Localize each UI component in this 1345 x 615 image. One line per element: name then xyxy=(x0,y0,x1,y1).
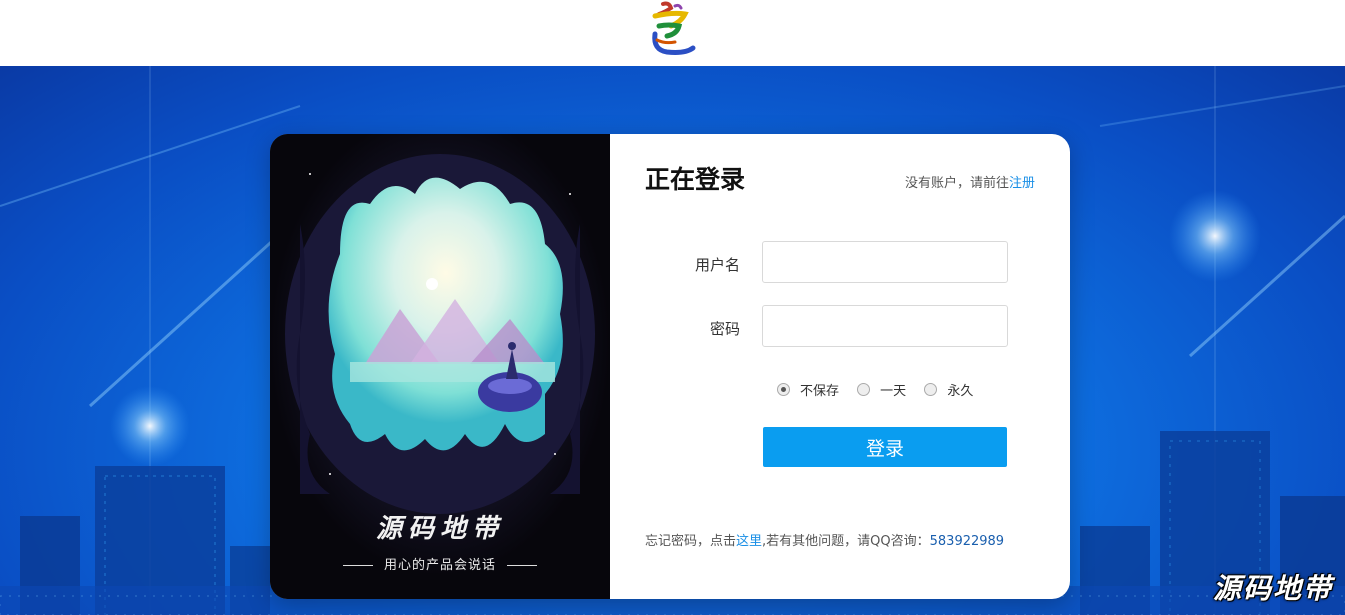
top-bar xyxy=(0,0,1345,66)
remember-options: 不保存 一天 永久 xyxy=(777,380,987,400)
signup-prompt-text: 没有账户，请前往 xyxy=(904,176,1009,191)
calligraphy-logo-icon[interactable] xyxy=(645,0,701,60)
brand-subtitle-text: 用心的产品会说话 xyxy=(383,558,496,573)
signup-link[interactable]: 注册 xyxy=(1009,176,1035,191)
radio-selected-icon[interactable] xyxy=(777,383,790,396)
remember-option-one-day[interactable]: 一天 xyxy=(857,380,906,399)
password-label: 密码 xyxy=(709,320,740,338)
radio-label: 永久 xyxy=(947,384,974,399)
radio-icon[interactable] xyxy=(857,383,871,396)
brand-title: 源码地带 xyxy=(375,514,504,544)
help-note: 忘记密码，点击这里,若有其他问题，请QQ咨询：583922989 xyxy=(645,530,1004,549)
help-text: ,若有其他问题，请QQ咨询： xyxy=(762,534,930,549)
signup-prompt: 没有账户，请前往注册 xyxy=(905,172,1035,191)
password-input[interactable] xyxy=(762,305,1008,347)
login-button[interactable]: 登录 xyxy=(763,427,1007,467)
radio-icon[interactable] xyxy=(924,383,938,396)
remember-option-none[interactable]: 不保存 xyxy=(777,380,839,399)
username-label: 用户名 xyxy=(694,256,740,274)
help-text: 忘记密码，点击 xyxy=(645,534,737,549)
login-form: 正在登录 没有账户，请前往注册 用户名 密码 不保存 一天 永久 登录 忘记密码… xyxy=(610,134,1070,599)
brand-panel: 源码地带 用心的产品会说话 xyxy=(270,134,610,599)
brand-subtitle: 用心的产品会说话 xyxy=(270,554,610,573)
qq-number: 583922989 xyxy=(929,534,1005,549)
page-title: 正在登录 xyxy=(645,165,746,194)
watermark-text: 源码地带 xyxy=(1212,572,1333,605)
forgot-password-link[interactable]: 这里 xyxy=(736,534,762,549)
radio-label: 不保存 xyxy=(800,384,840,399)
remember-option-forever[interactable]: 永久 xyxy=(924,380,973,399)
login-card: 源码地带 用心的产品会说话 正在登录 没有账户，请前往注册 用户名 密码 不保存… xyxy=(270,134,1070,599)
radio-label: 一天 xyxy=(880,384,907,399)
divider-line xyxy=(507,565,538,566)
username-input[interactable] xyxy=(762,241,1008,283)
divider-line xyxy=(342,565,373,566)
